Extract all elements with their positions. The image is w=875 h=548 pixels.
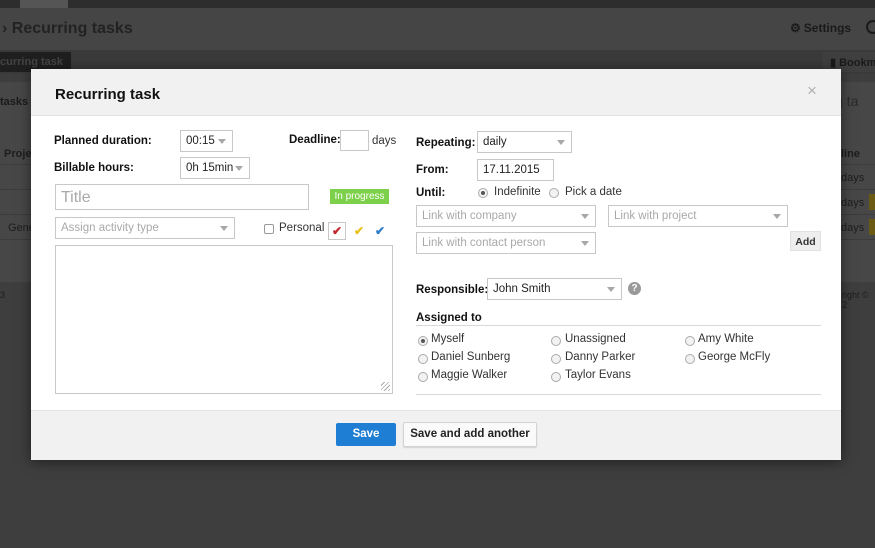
billable-hours-value: 0h 15min xyxy=(186,162,234,174)
resize-grip-icon[interactable] xyxy=(381,382,390,391)
modal-title: Recurring task xyxy=(55,86,161,103)
chevron-down-icon xyxy=(235,166,243,171)
chevron-down-icon xyxy=(773,214,781,219)
assignee-label: Unassigned xyxy=(565,333,626,345)
responsible-value: John Smith xyxy=(493,283,551,295)
planned-duration-label: Planned duration: xyxy=(54,135,152,147)
planned-duration-select[interactable]: 00:15 xyxy=(180,130,233,152)
until-indefinite-radio[interactable] xyxy=(478,188,488,198)
until-label: Until: xyxy=(416,187,446,199)
assignee-radio-amy-white[interactable] xyxy=(685,336,695,346)
billable-hours-label: Billable hours: xyxy=(54,162,134,174)
deadline-cell: days xyxy=(841,197,865,209)
company-placeholder: Link with company xyxy=(422,210,517,222)
chevron-down-icon xyxy=(557,140,565,145)
contact-person-select[interactable]: Link with contact person xyxy=(416,232,596,254)
assigned-to-label: Assigned to xyxy=(416,312,482,324)
title-placeholder: Title xyxy=(61,189,91,206)
deadline-cell: days xyxy=(841,222,865,234)
assignee-label: Myself xyxy=(431,333,465,345)
save-and-add-another-button[interactable]: Save and add another xyxy=(403,422,537,447)
assignee-radio-george-mcfly[interactable] xyxy=(685,354,695,364)
assignee-label: Daniel Sunberg xyxy=(431,351,511,363)
save-button[interactable]: Save xyxy=(336,423,396,446)
bookmark-icon: ▮ xyxy=(830,57,840,69)
assignee-radio-unassigned[interactable] xyxy=(551,336,561,346)
priority-red-check-icon[interactable]: ✔ xyxy=(328,222,346,240)
assignee-label: Danny Parker xyxy=(565,351,636,363)
assignee-label: Taylor Evans xyxy=(565,369,631,381)
title-input[interactable]: Title xyxy=(55,184,309,210)
company-select[interactable]: Link with company xyxy=(416,205,596,227)
priority-blue-check-icon[interactable]: ✔ xyxy=(371,223,389,241)
help-icon[interactable] xyxy=(866,20,875,34)
footer-copyright: right © 2 xyxy=(842,290,869,310)
chevron-down-icon xyxy=(220,226,228,231)
until-indefinite-label: Indefinite xyxy=(494,186,541,198)
personal-label: Personal xyxy=(279,222,325,234)
settings-link[interactable]: ⚙ Settings xyxy=(790,21,851,35)
responsible-select[interactable]: John Smith xyxy=(487,278,622,300)
deadline-input[interactable] xyxy=(340,130,369,151)
top-tab xyxy=(20,0,68,8)
tasks-label: tasks xyxy=(0,96,29,108)
repeating-select[interactable]: daily xyxy=(477,131,572,153)
chevron-down-icon xyxy=(581,241,589,246)
responsible-label: Responsible: xyxy=(416,284,489,296)
help-icon[interactable]: ? xyxy=(628,282,641,295)
status-badge[interactable]: In progress xyxy=(330,189,389,204)
assignee-radio-daniel-sunberg[interactable] xyxy=(418,354,428,364)
settings-label: Settings xyxy=(803,21,852,35)
assignee-label: George McFly xyxy=(698,351,771,363)
assignee-radio-maggie-walker[interactable] xyxy=(418,372,428,382)
project-placeholder: Link with project xyxy=(614,210,697,222)
billable-hours-select[interactable]: 0h 15min xyxy=(180,157,250,179)
assignee-radio-myself[interactable] xyxy=(418,336,428,346)
planned-duration-value: 00:15 xyxy=(186,135,215,147)
priority-marker xyxy=(869,194,875,210)
from-date-input[interactable]: 17.11.2015 xyxy=(477,159,554,181)
assigned-divider xyxy=(416,325,821,326)
deadline-cell: days xyxy=(841,172,865,184)
chevron-down-icon xyxy=(607,287,615,292)
chevron-down-icon xyxy=(581,214,589,219)
until-pick-date-radio[interactable] xyxy=(549,188,559,198)
activity-type-select[interactable]: Assign activity type xyxy=(55,217,235,239)
activity-type-placeholder: Assign activity type xyxy=(61,222,159,234)
deadline-unit: days xyxy=(372,135,397,147)
until-pick-date-label: Pick a date xyxy=(565,186,622,198)
assignee-radio-danny-parker[interactable] xyxy=(551,354,561,364)
footer-left: 3 xyxy=(0,290,6,300)
recurring-task-modal: Recurring task × Planned duration: 00:15… xyxy=(31,69,841,460)
bookmark-label: Bookm xyxy=(839,57,875,69)
close-icon[interactable]: × xyxy=(807,81,817,101)
chevron-down-icon xyxy=(218,139,226,144)
gear-icon: ⚙ xyxy=(790,21,801,35)
assigned-bottom-divider xyxy=(416,394,821,395)
from-label: From: xyxy=(416,164,449,176)
add-contact-button[interactable]: Add xyxy=(790,231,821,251)
assignee-label: Amy White xyxy=(698,333,754,345)
deadline-label: Deadline: xyxy=(289,134,341,146)
assignee-label: Maggie Walker xyxy=(431,369,508,381)
priority-marker xyxy=(869,219,875,235)
modal-header: Recurring task × xyxy=(31,69,841,116)
project-select[interactable]: Link with project xyxy=(608,205,788,227)
deadline-column-header: line xyxy=(841,148,860,160)
page-title: › Recurring tasks xyxy=(2,20,133,37)
repeating-value: daily xyxy=(483,136,507,148)
priority-yellow-check-icon[interactable]: ✔ xyxy=(350,223,368,241)
contact-person-placeholder: Link with contact person xyxy=(422,237,546,249)
repeating-label: Repeating: xyxy=(416,137,476,149)
top-strip xyxy=(0,0,875,8)
project-column-header: Proje xyxy=(4,148,32,160)
personal-checkbox[interactable] xyxy=(264,224,274,234)
assignee-radio-taylor-evans[interactable] xyxy=(551,372,561,382)
description-textarea[interactable] xyxy=(55,245,393,394)
